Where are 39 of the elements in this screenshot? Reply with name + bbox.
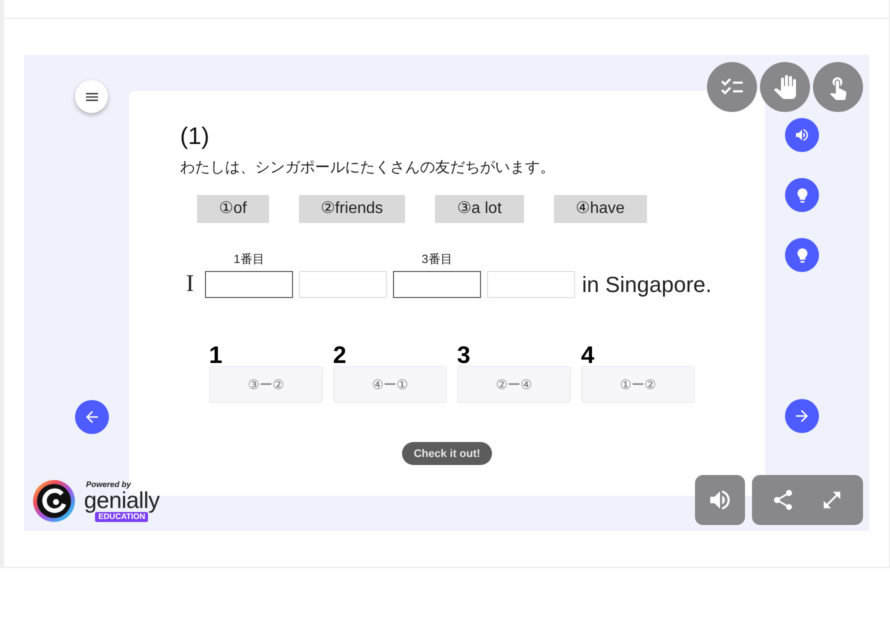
brand-name: genially (84, 489, 160, 511)
choice-number: 3 (457, 346, 470, 366)
audio-button[interactable] (785, 118, 819, 152)
answer-box[interactable] (393, 271, 481, 298)
choice-button[interactable]: ①ー② (581, 366, 695, 403)
choice-button[interactable]: ④ー① (333, 366, 447, 403)
choice-button[interactable]: ③ー② (209, 366, 323, 403)
choice-number: 4 (581, 346, 594, 366)
expand-icon (821, 489, 844, 511)
logo-icon (33, 480, 75, 522)
hand-icon (773, 75, 797, 99)
checklist-button[interactable] (707, 62, 757, 112)
hint-button[interactable] (785, 178, 819, 212)
sentence-end: in Singapore. (582, 271, 712, 298)
blank-label: 1番目 (234, 251, 264, 267)
answer-box[interactable] (205, 271, 293, 298)
word-chip: ②friends (298, 195, 406, 223)
hand-button[interactable] (760, 62, 810, 112)
next-button[interactable] (785, 399, 819, 433)
word-chip: ①of (197, 195, 269, 223)
sound-button[interactable] (695, 475, 745, 525)
previous-button[interactable] (74, 400, 108, 434)
hint-button[interactable] (785, 238, 819, 272)
speaker-icon (794, 127, 810, 143)
sentence-start: I (186, 271, 194, 298)
check-button[interactable]: Check it out! (402, 442, 492, 465)
menu-button[interactable] (75, 80, 108, 113)
choice-number: 1 (209, 346, 222, 366)
choice-button[interactable]: ②ー④ (457, 366, 571, 403)
touch-button[interactable] (813, 62, 863, 112)
arrow-right-icon (793, 407, 811, 425)
powered-by-text: Powered by (86, 480, 131, 489)
choice-number: 2 (333, 346, 346, 366)
question-sentence: わたしは、シンガポールにたくさんの友だちがいます。 (180, 158, 556, 178)
question-number: (1) (180, 123, 210, 151)
education-badge: EDUCATION (95, 512, 148, 522)
word-chip: ③a lot (435, 195, 524, 223)
blank-label: 3番目 (422, 251, 452, 267)
word-chip: ④have (554, 195, 647, 223)
